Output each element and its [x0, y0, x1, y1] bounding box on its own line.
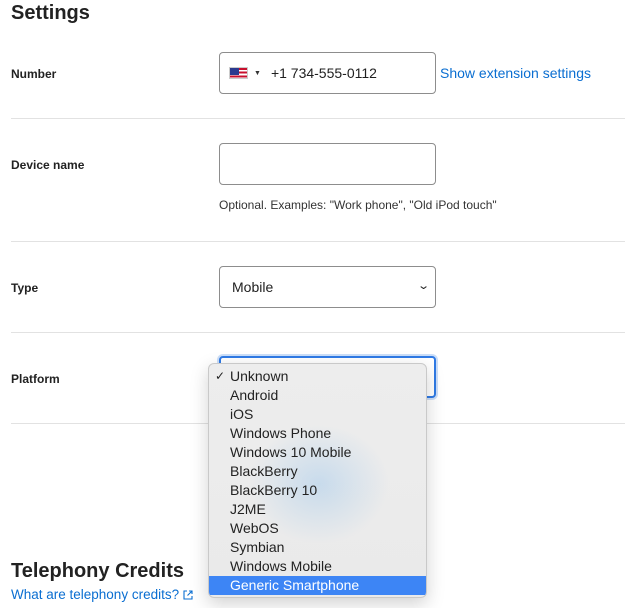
telephony-credits-link[interactable]: What are telephony credits? [11, 587, 193, 602]
chevron-down-icon: ⌄ [416, 280, 430, 292]
checkmark-icon: ✓ [215, 369, 226, 383]
platform-option-label: Windows 10 Mobile [230, 444, 352, 460]
device-name-label: Device name [11, 158, 85, 172]
phone-number-field[interactable]: ▼ +1 734-555-0112 [219, 52, 436, 94]
settings-page: Settings Number ▼ +1 734-555-0112 Show e… [0, 0, 625, 608]
platform-option-label: J2ME [230, 501, 266, 517]
platform-option-label: BlackBerry 10 [230, 482, 318, 498]
platform-option[interactable]: BlackBerry 10 [209, 481, 426, 500]
platform-option[interactable]: Android [209, 386, 426, 405]
phone-number-value[interactable]: +1 734-555-0112 [271, 65, 377, 81]
device-name-input[interactable] [219, 143, 436, 185]
platform-dropdown-menu[interactable]: ✓ Unknown Android iOS Windows Phone Windows 1… [208, 363, 427, 598]
platform-option-label: Windows Phone [230, 425, 332, 441]
platform-option-label: Symbian [230, 539, 285, 555]
platform-label: Platform [11, 372, 60, 386]
platform-option[interactable]: iOS [209, 405, 426, 424]
platform-option[interactable]: WebOS [209, 519, 426, 538]
country-dropdown-icon[interactable]: ▼ [254, 70, 261, 77]
platform-option[interactable]: BlackBerry [209, 462, 426, 481]
platform-option[interactable]: Windows Phone [209, 424, 426, 443]
type-select[interactable]: Mobile ⌄ [219, 266, 436, 308]
us-flag-icon[interactable] [229, 67, 248, 79]
device-name-hint: Optional. Examples: "Work phone", "Old i… [219, 198, 497, 212]
external-link-icon[interactable] [183, 590, 193, 600]
divider [11, 332, 625, 333]
platform-option-label: Generic Smartphone [230, 577, 360, 593]
platform-option-label: Windows Mobile [230, 558, 332, 574]
divider [11, 241, 625, 242]
type-select-value: Mobile [232, 279, 274, 295]
settings-title: Settings [11, 2, 90, 24]
platform-option[interactable]: Windows 10 Mobile [209, 443, 426, 462]
telephony-credits-link-text[interactable]: What are telephony credits? [11, 587, 179, 602]
platform-option[interactable]: J2ME [209, 500, 426, 519]
platform-option-label: WebOS [230, 520, 279, 536]
platform-option[interactable]: Generic Smartphone [209, 576, 426, 595]
platform-option-label: Unknown [230, 368, 289, 384]
platform-option[interactable]: Symbian [209, 538, 426, 557]
telephony-credits-title: Telephony Credits [11, 560, 184, 582]
platform-option[interactable]: Windows Mobile [209, 557, 426, 576]
show-extension-settings-link[interactable]: Show extension settings [440, 65, 591, 81]
divider [11, 118, 625, 119]
number-label: Number [11, 67, 57, 81]
platform-option-label: iOS [230, 406, 254, 422]
platform-option-label: BlackBerry [230, 463, 298, 479]
platform-option[interactable]: ✓ Unknown [209, 367, 426, 386]
type-label: Type [11, 281, 39, 295]
platform-option-list: ✓ Unknown Android iOS Windows Phone Windows 1… [209, 364, 426, 595]
platform-option-label: Android [230, 387, 279, 403]
